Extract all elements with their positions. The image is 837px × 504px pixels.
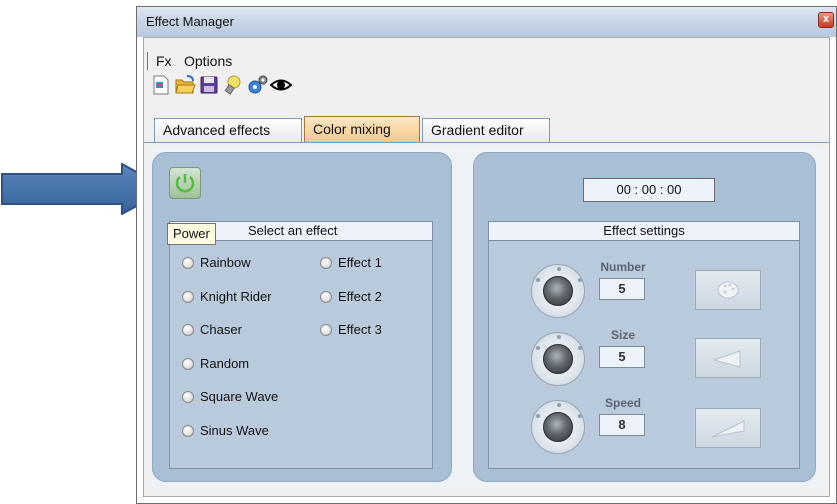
size-knob[interactable]: [531, 332, 585, 386]
knob-core: [543, 276, 573, 306]
power-button[interactable]: [169, 167, 201, 199]
effect-radio-effect-2[interactable]: Effect 2: [320, 288, 382, 306]
effect-radio-sinus-wave[interactable]: Sinus Wave: [182, 422, 269, 440]
knob-tick: [536, 414, 540, 418]
knob-tick: [557, 403, 561, 407]
open-folder-icon[interactable]: [174, 74, 196, 96]
effect-list-box: Select an effect Rainbow Knight Rider Ch…: [169, 221, 433, 469]
knob-tick: [536, 278, 540, 282]
speed-value[interactable]: 8: [599, 414, 645, 436]
effect-radio-rainbow[interactable]: Rainbow: [182, 254, 251, 272]
effect-radio-knight-rider[interactable]: Knight Rider: [182, 288, 272, 306]
ramp-button[interactable]: [695, 408, 761, 448]
effect-radio-chaser[interactable]: Chaser: [182, 321, 242, 339]
radio-dot[interactable]: [182, 391, 194, 403]
palette-button[interactable]: [695, 270, 761, 310]
effect-radio-effect-1[interactable]: Effect 1: [320, 254, 382, 272]
size-label: Size: [610, 328, 635, 342]
radio-dot[interactable]: [320, 324, 332, 336]
radio-dot[interactable]: [182, 425, 194, 437]
number-value[interactable]: 5: [599, 278, 645, 300]
direction-button[interactable]: [695, 338, 761, 378]
lightbulb-icon[interactable]: [222, 74, 244, 96]
knob-tick: [557, 267, 561, 271]
close-button[interactable]: x: [818, 12, 834, 28]
speed-label: Speed: [604, 396, 641, 410]
menu-grip: [147, 52, 148, 70]
ramp-icon: [711, 420, 745, 438]
effect-manager-window: Effect Manager x Fx Options Advanced eff…: [136, 6, 837, 504]
radio-dot[interactable]: [320, 257, 332, 269]
window-client: Fx Options Advanced effects Gradient edi…: [143, 37, 830, 497]
menu-options[interactable]: Options: [184, 53, 232, 69]
effect-settings-panel: 00 : 00 : 00 Effect settings Number 5 Si…: [473, 152, 816, 482]
knob-tick: [536, 346, 540, 350]
menu-fx[interactable]: Fx: [156, 53, 172, 69]
settings-gears-icon[interactable]: [246, 74, 268, 96]
power-tooltip: Power: [167, 223, 216, 245]
radio-dot[interactable]: [182, 291, 194, 303]
radio-dot[interactable]: [320, 291, 332, 303]
number-knob[interactable]: [531, 264, 585, 318]
radio-dot[interactable]: [182, 257, 194, 269]
knob-core: [543, 344, 573, 374]
knob-core: [543, 412, 573, 442]
preview-eye-icon[interactable]: [270, 74, 292, 96]
new-effect-icon[interactable]: [150, 74, 172, 96]
title-bar: Effect Manager x: [137, 7, 836, 37]
tab-color-mixing[interactable]: Color mixing: [304, 116, 420, 142]
knob-tick: [557, 335, 561, 339]
tab-strip: Advanced effects Gradient editor Color m…: [144, 116, 829, 144]
tab-divider: [144, 142, 829, 143]
knob-tick: [578, 414, 582, 418]
effect-settings-header: Effect settings: [488, 221, 800, 241]
speed-knob[interactable]: [531, 400, 585, 454]
tab-advanced-effects[interactable]: Advanced effects: [154, 118, 302, 142]
effect-radio-effect-3[interactable]: Effect 3: [320, 321, 382, 339]
number-label: Number: [600, 260, 646, 274]
knob-tick: [578, 346, 582, 350]
palette-icon: [717, 281, 739, 299]
knob-tick: [578, 278, 582, 282]
toolbar: [150, 74, 370, 98]
effect-settings-box: Effect settings Number 5 Size 5 Speed 8: [488, 221, 800, 469]
menu-bar: Fx Options: [144, 48, 829, 72]
power-icon: [175, 174, 195, 193]
window-title: Effect Manager: [146, 14, 234, 29]
direction-triangle-icon: [712, 350, 741, 368]
effect-radio-random[interactable]: Random: [182, 355, 249, 373]
elapsed-timer: 00 : 00 : 00: [583, 178, 715, 202]
radio-dot[interactable]: [182, 358, 194, 370]
effect-select-panel: Select an effect Rainbow Knight Rider Ch…: [152, 152, 452, 482]
tab-gradient-editor[interactable]: Gradient editor: [422, 118, 550, 142]
save-icon[interactable]: [198, 74, 220, 96]
tab-content: Select an effect Rainbow Knight Rider Ch…: [150, 148, 823, 488]
effect-radio-square-wave[interactable]: Square Wave: [182, 388, 278, 406]
radio-dot[interactable]: [182, 324, 194, 336]
size-value[interactable]: 5: [599, 346, 645, 368]
